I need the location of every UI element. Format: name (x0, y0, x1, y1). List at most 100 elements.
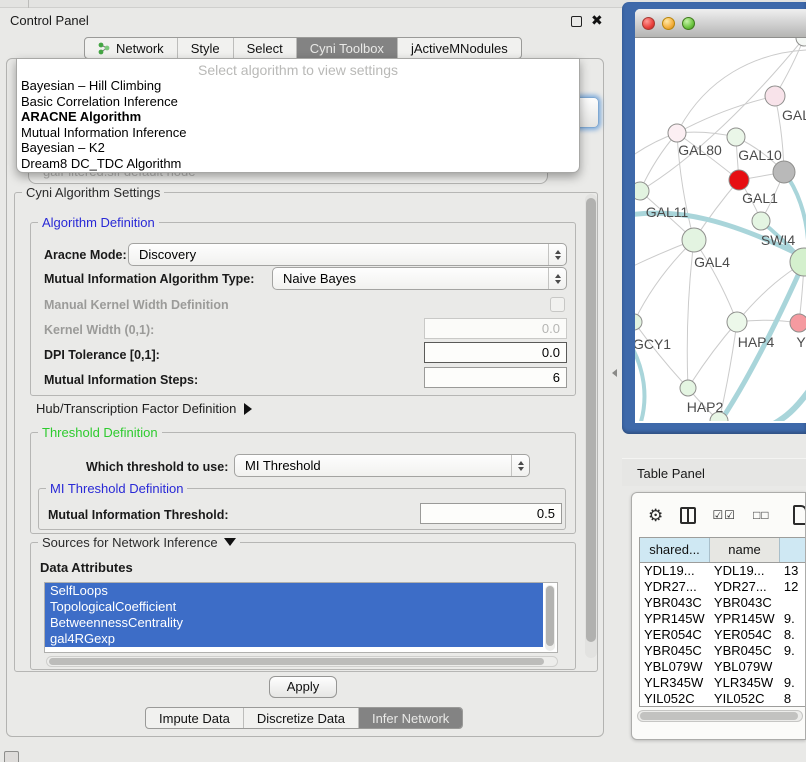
control-panel-tabbar: Network Style Select Cyni Toolbox jActiv… (84, 37, 522, 59)
dropdown-item[interactable]: Bayesian – K2 (17, 140, 579, 156)
tab-label: Network (116, 41, 164, 56)
table-row[interactable]: YLR345WYLR345W9. (640, 675, 806, 691)
window-zoom-icon[interactable] (682, 17, 695, 30)
dropdown-item-selected[interactable]: ARACNE Algorithm (17, 109, 579, 125)
node-swi4[interactable] (752, 212, 770, 230)
dpi-tolerance-label: DPI Tolerance [0,1]: (44, 348, 160, 362)
new-table-icon[interactable] (793, 505, 806, 525)
tab-discretize-data[interactable]: Discretize Data (243, 708, 358, 728)
deselect-all-columns-icon[interactable]: □□ (753, 508, 770, 522)
table-row[interactable]: YBL079WYBL079W (640, 659, 806, 675)
table-row[interactable]: YDR27...YDR27...12 (640, 579, 806, 595)
svg-text:GAL1: GAL1 (742, 190, 778, 206)
node[interactable] (796, 38, 806, 46)
node-hap2[interactable] (680, 380, 696, 396)
sources-title-label: Sources for Network Inference (42, 535, 218, 550)
network-nodes[interactable] (635, 38, 806, 421)
scrollbar-thumb[interactable] (640, 712, 798, 720)
toolbar-divider (28, 0, 29, 8)
table-row[interactable]: YBR045CYBR045C9. (640, 643, 806, 659)
dropdown-item[interactable]: Bayesian – Hill Climbing (17, 78, 579, 94)
node-gal11[interactable] (635, 182, 649, 200)
aracne-mode-label: Aracne Mode: (44, 248, 127, 262)
data-attributes-list[interactable]: SelfLoops TopologicalCoefficient Between… (44, 582, 558, 653)
scrollbar-thumb[interactable] (49, 658, 544, 665)
scrollbar-thumb[interactable] (546, 586, 554, 646)
table-row[interactable]: YPR145WYPR145W9. (640, 611, 806, 627)
data-attributes-label: Data Attributes (40, 560, 133, 575)
which-threshold-combo[interactable]: MI Threshold (234, 454, 530, 477)
node-gal10[interactable] (727, 128, 745, 146)
collapse-down-icon (224, 538, 236, 546)
node-gray[interactable] (773, 161, 795, 183)
attribute-item[interactable]: TopologicalCoefficient (45, 599, 543, 615)
mi-type-combo[interactable]: Naive Bayes (272, 267, 567, 290)
apply-button[interactable]: Apply (269, 676, 337, 698)
sources-title[interactable]: Sources for Network Inference (38, 535, 240, 550)
svg-text:HAP4: HAP4 (738, 334, 775, 350)
attribute-item[interactable]: gal4RGexp (45, 631, 543, 647)
table-horizontal-scrollbar[interactable] (637, 710, 803, 722)
settings-scrollbar[interactable] (585, 194, 597, 658)
aracne-mode-combo[interactable]: Discovery (128, 243, 567, 266)
attribute-item[interactable]: BetweennessCentrality (45, 615, 543, 631)
node-gcy1[interactable] (635, 314, 642, 330)
tab-cyni-toolbox[interactable]: Cyni Toolbox (296, 38, 397, 58)
table-row[interactable]: YER054CYER054C8. (640, 627, 806, 643)
gear-icon[interactable]: ⚙ (648, 507, 663, 524)
scrollbar-thumb[interactable] (586, 198, 596, 642)
node-gal4[interactable] (682, 228, 706, 252)
table-panel-window: ⚙ ☑☑ □□ shared... name YDL19...YDL19...1… (631, 492, 806, 740)
tab-label: jActiveMNodules (411, 41, 508, 56)
columns-icon[interactable] (680, 507, 695, 524)
tab-style[interactable]: Style (177, 38, 233, 58)
window-close-icon[interactable] (642, 17, 655, 30)
svg-text:GAL10: GAL10 (738, 147, 782, 163)
dropdown-item[interactable]: Dream8 DC_TDC Algorithm (17, 156, 579, 172)
window-minimize-icon[interactable] (662, 17, 675, 30)
attributes-horizontal-scrollbar[interactable] (46, 656, 558, 667)
tab-network[interactable]: Network (85, 38, 177, 58)
tab-label: Discretize Data (257, 711, 345, 726)
node-gal1[interactable] (729, 170, 749, 190)
dropdown-placeholder: Select algorithm to view settings (17, 59, 579, 78)
dropdown-item[interactable]: Basic Correlation Inference (17, 94, 579, 110)
dpi-tolerance-field[interactable]: 0.0 (424, 342, 567, 363)
mi-steps-field[interactable]: 6 (424, 367, 567, 388)
column-header-name[interactable]: name (710, 538, 780, 562)
svg-text:GAL: GAL (782, 107, 806, 123)
network-window-titlebar[interactable] (635, 9, 806, 38)
close-icon[interactable]: ✖ (591, 12, 603, 29)
node-gal80[interactable] (668, 124, 686, 142)
node-pink[interactable] (790, 314, 806, 332)
tab-impute-data[interactable]: Impute Data (146, 708, 243, 728)
combo-spinner-icon (511, 455, 529, 476)
network-window-frame[interactable]: GAL GAL80 GAL10 GAL1 GAL11 SWI4 GAL4 GCY… (622, 2, 806, 434)
hub-definition-disclosure[interactable]: Hub/Transcription Factor Definition (36, 401, 252, 416)
float-window-icon[interactable] (571, 16, 582, 27)
column-header-partial[interactable] (780, 538, 806, 562)
attribute-item[interactable]: SelfLoops (45, 583, 543, 599)
attributes-vertical-scrollbar[interactable] (545, 585, 555, 651)
tab-label: Style (191, 41, 220, 56)
column-header-shared-name[interactable]: shared... (640, 538, 710, 562)
tab-select[interactable]: Select (233, 38, 296, 58)
tab-infer-network[interactable]: Infer Network (358, 708, 462, 728)
mi-threshold-field[interactable]: 0.5 (420, 503, 562, 524)
node-hap4[interactable] (727, 312, 747, 332)
network-canvas[interactable]: GAL GAL80 GAL10 GAL1 GAL11 SWI4 GAL4 GCY… (635, 38, 806, 421)
kernel-width-field[interactable]: 0.0 (424, 318, 567, 339)
combo-value: MI Threshold (235, 458, 511, 473)
table-row[interactable]: YDL19...YDL19...13 (640, 563, 806, 579)
restore-panel-icon[interactable] (4, 751, 19, 762)
select-all-columns-icon[interactable]: ☑☑ (713, 508, 737, 522)
tab-jactivemnodules[interactable]: jActiveMNodules (397, 38, 521, 58)
manual-kernel-checkbox[interactable] (550, 297, 565, 312)
table-row[interactable]: YIL052CYIL052C8 (640, 691, 806, 707)
svg-text:HAP2: HAP2 (687, 399, 724, 415)
node-gal7[interactable] (765, 86, 785, 106)
network-window: GAL GAL80 GAL10 GAL1 GAL11 SWI4 GAL4 GCY… (635, 9, 806, 423)
splitter-arrow-icon[interactable] (612, 369, 617, 377)
table-row[interactable]: YBR043CYBR043C (640, 595, 806, 611)
dropdown-item[interactable]: Mutual Information Inference (17, 125, 579, 141)
